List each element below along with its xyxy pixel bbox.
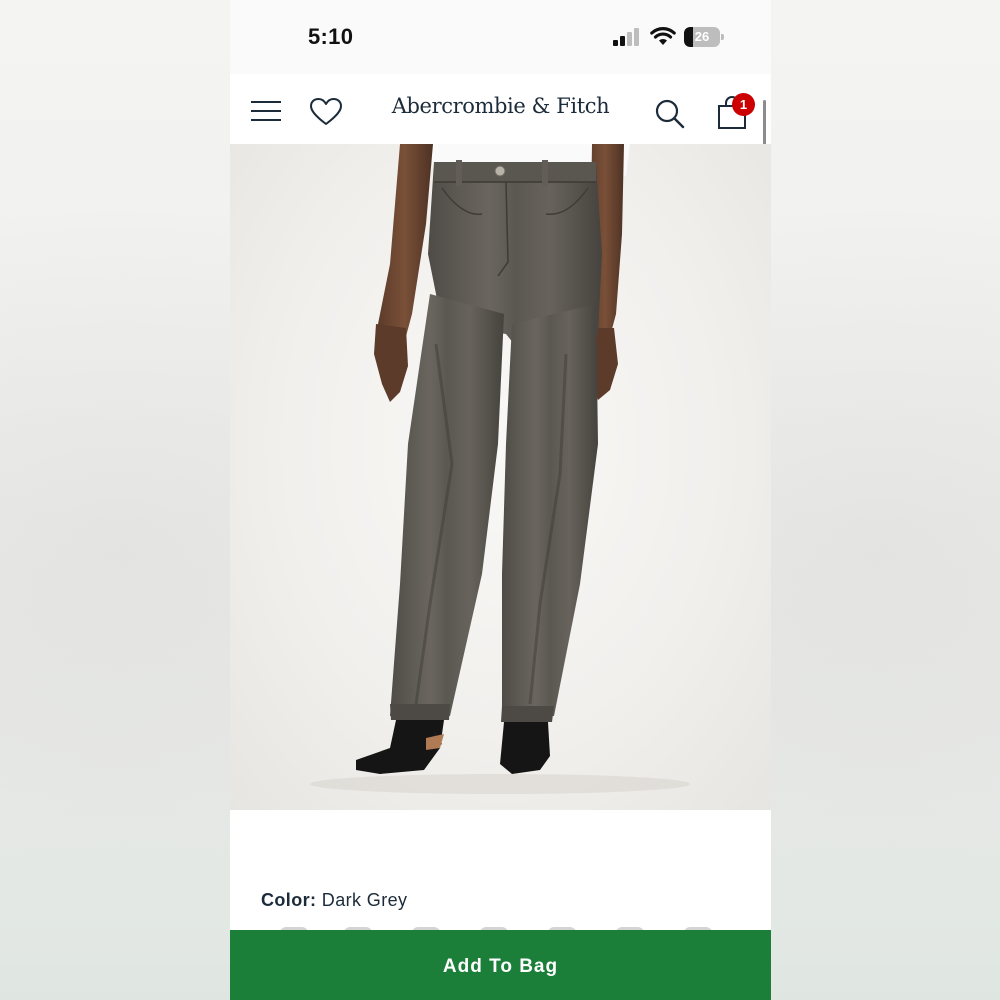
bag-count-badge: 1 [732, 93, 755, 116]
color-row: Color: Dark Grey [261, 890, 407, 911]
color-label: Color: [261, 890, 317, 910]
search-icon[interactable] [654, 98, 686, 130]
status-bar: 5:10 26 [230, 0, 771, 74]
phone-screen: 5:10 26 Abercrombie & Fitch 1 Color: Dar… [230, 0, 771, 1000]
add-to-bag-button[interactable]: Add To Bag [230, 930, 771, 1000]
battery-icon: 26 [684, 27, 724, 47]
battery-level: 26 [694, 29, 710, 44]
brand-logo[interactable]: Abercrombie & Fitch [230, 94, 771, 118]
site-header: Abercrombie & Fitch 1 [230, 74, 771, 144]
jeans-illustration [310, 144, 690, 794]
product-image[interactable] [230, 144, 771, 810]
signal-icon [613, 28, 639, 46]
product-details: Color: Dark Grey [230, 810, 771, 933]
battery-cap [721, 34, 724, 40]
wifi-icon [650, 27, 676, 45]
color-value: Dark Grey [321, 890, 408, 910]
battery-body: 26 [684, 27, 720, 47]
status-time: 5:10 [308, 24, 354, 49]
